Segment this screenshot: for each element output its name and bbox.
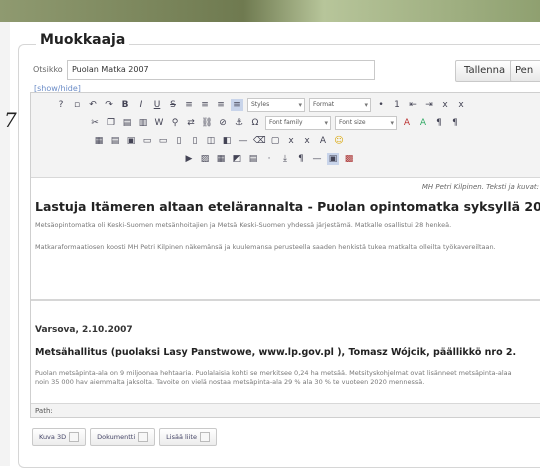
horizontal-rule-icon[interactable]: — <box>311 153 323 165</box>
image-3d-button[interactable]: Kuva 3D <box>32 428 87 446</box>
align-right-icon[interactable]: ≡ <box>215 99 227 111</box>
forecolor-icon[interactable]: A <box>401 117 413 129</box>
superscript-icon[interactable]: x <box>455 99 467 111</box>
charmap-icon[interactable]: A <box>317 135 329 147</box>
preview-button[interactable]: Pen <box>510 60 540 82</box>
toolbar-row-2: ✂ ❐ ▤ ▥ W ⚲ ⇄ ⛓ ⊘ ⚓ Ω Font family Font s… <box>87 115 463 131</box>
visualchars-icon[interactable]: ¶ <box>295 153 307 165</box>
paragraph-3: Puolan metsäpinta-ala on 9 miljoonaa heh… <box>35 369 512 386</box>
copy-icon[interactable]: ❐ <box>105 117 117 129</box>
nonbreaking-icon[interactable]: · <box>263 153 275 165</box>
title-input[interactable]: Puolan Matka 2007 <box>67 60 375 80</box>
subscript-icon[interactable]: x <box>439 99 451 111</box>
bold-icon[interactable]: B <box>119 99 131 111</box>
link-icon[interactable]: ⛓ <box>201 117 213 129</box>
bottom-buttons: Kuva 3D Dokumentti Lisää liite <box>32 428 217 446</box>
add-attachment-button[interactable]: Lisää liite <box>159 428 217 446</box>
paste-word-icon[interactable]: W <box>153 117 165 129</box>
image-3d-icon <box>69 432 80 442</box>
toolbar-row-1: ? ▫ ↶ ↷ B I U S ≡ ≡ ≡ ≡ Styles Format • … <box>53 97 469 113</box>
italic-icon[interactable]: I <box>135 99 147 111</box>
strike-icon[interactable]: S <box>167 99 179 111</box>
editor-toolbar: ? ▫ ↶ ↷ B I U S ≡ ≡ ≡ ≡ Styles Format • … <box>31 93 540 178</box>
delete-col-icon[interactable]: ▯ <box>189 135 201 147</box>
hr-icon[interactable]: — <box>237 135 249 147</box>
anchor-icon[interactable]: ⚓ <box>233 117 245 129</box>
toolbar-row-3: ▦ ▤ ▣ ▭ ▭ ▯ ▯ ◫ ◧ — ⌫ ▢ x x A ☺ <box>91 133 347 149</box>
find-icon[interactable]: ⚲ <box>169 117 181 129</box>
photo-credit: MH Petri Kilpinen. Teksti ja kuvat: <box>421 183 539 191</box>
number-list-icon[interactable]: 1 <box>391 99 403 111</box>
font-family-select[interactable]: Font family <box>265 116 331 130</box>
section-heading: Metsähallitus (puolaksi Lasy Panstwowe, … <box>35 347 517 358</box>
merge-icon[interactable]: ◧ <box>221 135 233 147</box>
special-char-icon[interactable]: Ω <box>249 117 261 129</box>
backcolor-icon[interactable]: A <box>417 117 429 129</box>
visual-aid-icon[interactable]: ▢ <box>269 135 281 147</box>
title-label: Otsikko <box>33 65 63 74</box>
cell-props-icon[interactable]: ▣ <box>125 135 137 147</box>
rich-text-editor: ? ▫ ↶ ↷ B I U S ≡ ≡ ≡ ≡ Styles Format • … <box>30 92 540 418</box>
attachment-icon <box>199 432 210 442</box>
ltr-icon[interactable]: ¶ <box>433 117 445 129</box>
section-title: Muokkaaja <box>36 32 130 48</box>
sup-icon[interactable]: x <box>301 135 313 147</box>
margin-mark: 7 <box>4 108 17 132</box>
underline-icon[interactable]: U <box>151 99 163 111</box>
image-icon[interactable]: ▨ <box>199 153 211 165</box>
table-icon[interactable]: ▦ <box>93 135 105 147</box>
unlink-icon[interactable]: ⊘ <box>217 117 229 129</box>
indent-icon[interactable]: ⇥ <box>423 99 435 111</box>
save-button[interactable]: Tallenna <box>455 60 515 82</box>
align-justify-icon[interactable]: ≡ <box>231 99 243 111</box>
align-left-icon[interactable]: ≡ <box>183 99 195 111</box>
styles-select[interactable]: Styles <box>247 98 305 112</box>
paste-text-icon[interactable]: ▥ <box>137 117 149 129</box>
code-icon[interactable]: ▩ <box>343 153 355 165</box>
image-3d-label: Kuva 3D <box>39 433 67 441</box>
divider <box>31 299 540 301</box>
media-icon[interactable]: ▶ <box>183 153 195 165</box>
paste-icon[interactable]: ▤ <box>121 117 133 129</box>
emotions-icon[interactable]: ☺ <box>333 135 345 147</box>
path-bar: Path: <box>31 403 540 417</box>
editor-content[interactable]: MH Petri Kilpinen. Teksti ja kuvat: Last… <box>31 177 540 403</box>
paragraph-1: Metsäopintomatka oli Keski-Suomen metsän… <box>35 221 452 229</box>
bullet-list-icon[interactable]: • <box>375 99 387 111</box>
add-attachment-label: Lisää liite <box>166 433 197 441</box>
insert-row-icon[interactable]: ▭ <box>141 135 153 147</box>
row-props-icon[interactable]: ▤ <box>109 135 121 147</box>
template-icon[interactable]: ▦ <box>215 153 227 165</box>
help-icon[interactable]: ? <box>55 99 67 111</box>
insert-col-icon[interactable]: ▯ <box>173 135 185 147</box>
outdent-icon[interactable]: ⇤ <box>407 99 419 111</box>
font-size-select[interactable]: Font size <box>335 116 397 130</box>
document-button[interactable]: Dokumentti <box>90 428 156 446</box>
paragraph-2: Matkaraformaatiosen koosti MH Petri Kilp… <box>35 243 496 251</box>
section-date: Varsova, 2.10.2007 <box>35 325 133 335</box>
delete-row-icon[interactable]: ▭ <box>157 135 169 147</box>
replace-icon[interactable]: ⇄ <box>185 117 197 129</box>
header-banner <box>0 0 540 22</box>
sub-icon[interactable]: x <box>285 135 297 147</box>
cut-icon[interactable]: ✂ <box>89 117 101 129</box>
remove-format-icon[interactable]: ⌫ <box>253 135 266 147</box>
redo-icon[interactable]: ↷ <box>103 99 115 111</box>
undo-icon[interactable]: ↶ <box>87 99 99 111</box>
left-margin <box>0 22 10 466</box>
toolbar-row-4: ▶ ▨ ▦ ◩ ▤ · ⤓ ¶ — ▣ ▩ <box>181 151 357 167</box>
split-icon[interactable]: ◫ <box>205 135 217 147</box>
article-heading: Lastuja Itämeren altaan etelärannalta - … <box>35 199 540 214</box>
document-icon <box>138 432 149 442</box>
attribs-icon[interactable]: ▤ <box>247 153 259 165</box>
new-doc-icon[interactable]: ▫ <box>71 99 83 111</box>
format-select[interactable]: Format <box>309 98 371 112</box>
align-center-icon[interactable]: ≡ <box>199 99 211 111</box>
document-label: Dokumentti <box>97 433 136 441</box>
rtl-icon[interactable]: ¶ <box>449 117 461 129</box>
pagebreak-icon[interactable]: ⤓ <box>279 153 291 165</box>
fullscreen-icon[interactable]: ▣ <box>327 153 339 165</box>
layer-icon[interactable]: ◩ <box>231 153 243 165</box>
